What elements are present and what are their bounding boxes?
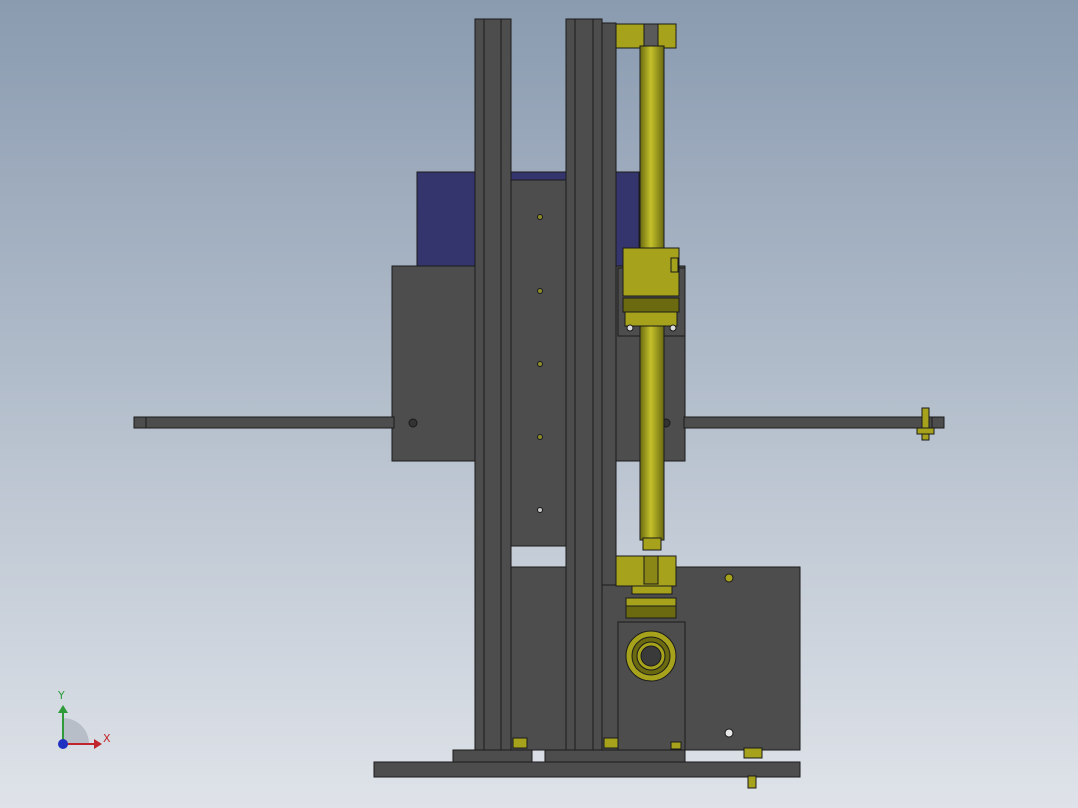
cylinder-body-lower <box>639 325 665 541</box>
plate-hole-3 <box>537 361 543 367</box>
plate-hole-1 <box>537 214 543 220</box>
foot-bolt-3 <box>670 741 682 750</box>
shaft-left-cap <box>133 416 147 429</box>
foot-bolt-4 <box>743 747 763 759</box>
carriage-flange <box>624 311 678 327</box>
gear-box-hole-bottom <box>724 728 734 738</box>
right-vertical-rail <box>565 18 603 751</box>
horizontal-shaft-left <box>133 416 395 429</box>
carriage-bolt-right <box>669 324 677 332</box>
left-rail-foot <box>452 749 533 764</box>
cylinder-bottom-nut-a <box>631 585 673 595</box>
base-plate <box>373 761 801 778</box>
carriage-bolt-left <box>626 324 634 332</box>
mount-bolt-left <box>408 418 418 428</box>
gear-box-bolt-top <box>724 573 734 583</box>
right-rail-foot <box>544 749 686 764</box>
horizontal-shaft-right <box>683 416 945 429</box>
cad-graphics-viewport[interactable]: X Y <box>0 0 1078 808</box>
foot-bolt-1 <box>512 737 528 749</box>
plate-hole-2 <box>537 288 543 294</box>
left-mount-plate <box>391 265 477 462</box>
cylinder-rod-upper <box>639 45 665 251</box>
cylinder-bottom-pin <box>643 555 659 585</box>
carriage-limit-tab <box>670 257 679 273</box>
cylinder-bottom-nut-b <box>625 597 677 607</box>
triad-z-axis <box>58 739 68 749</box>
cylinder-neck <box>642 537 662 551</box>
base-bolt-shank <box>747 775 757 789</box>
cylinder-top-pin <box>643 23 659 47</box>
cylinder-bottom-washer <box>625 605 677 619</box>
triad-x-label: X <box>103 732 111 745</box>
plate-hole-4 <box>537 434 543 440</box>
cylinder-side-plate <box>601 22 617 586</box>
shaft-right-collar <box>921 407 930 441</box>
carriage-clamp <box>622 297 680 313</box>
foot-bolt-2 <box>603 737 619 749</box>
shaft-right-cap <box>931 416 945 429</box>
triad-y-label: Y <box>58 689 65 702</box>
left-vertical-rail <box>474 18 512 751</box>
bearing-bore <box>640 645 662 667</box>
shaft-right-collar-nut <box>916 427 935 435</box>
plate-hole-5 <box>537 507 543 513</box>
